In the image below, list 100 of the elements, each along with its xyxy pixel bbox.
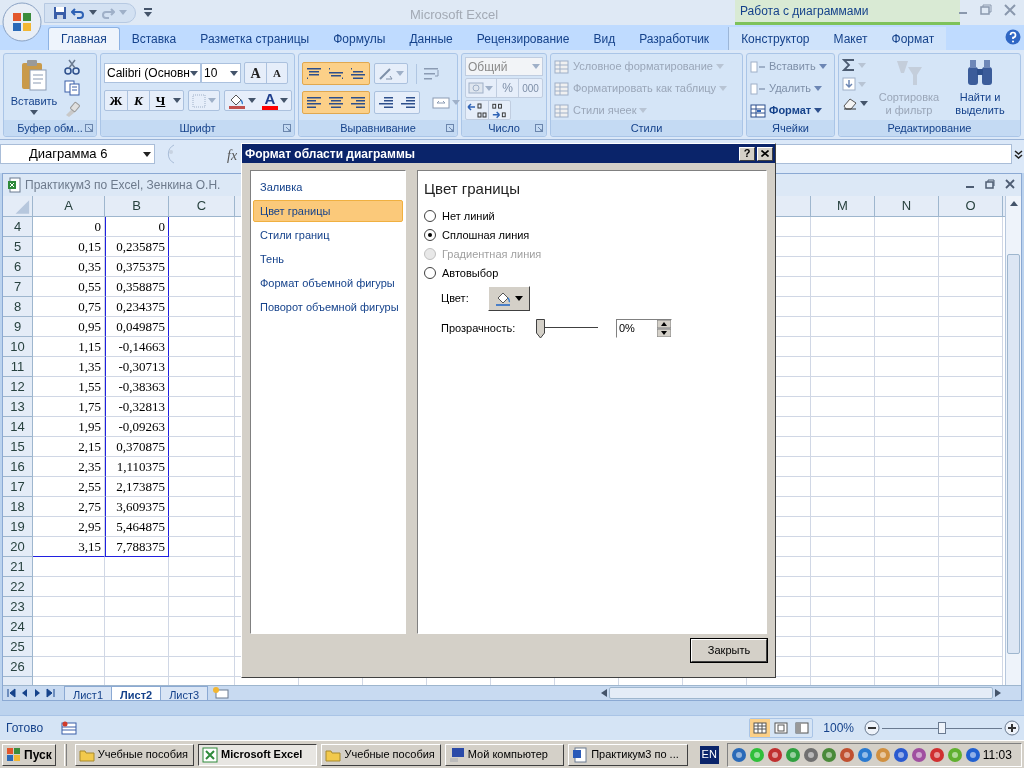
- row-header[interactable]: 20: [3, 537, 33, 557]
- table-cell[interactable]: [875, 377, 939, 397]
- help-button[interactable]: ?: [739, 146, 755, 161]
- font-size-field[interactable]: 10: [201, 63, 241, 83]
- table-cell[interactable]: [939, 397, 1003, 417]
- row-header[interactable]: 16: [3, 457, 33, 477]
- underline-button[interactable]: Ч: [149, 91, 171, 110]
- category-item[interactable]: Стили границ: [253, 224, 403, 246]
- table-cell[interactable]: [169, 297, 235, 317]
- table-cell[interactable]: [169, 637, 235, 657]
- table-cell[interactable]: [811, 477, 875, 497]
- table-cell[interactable]: [105, 637, 169, 657]
- taskbar-button[interactable]: Учебные пособия: [74, 743, 195, 766]
- ribbon-tab[interactable]: Разметка страницы: [188, 27, 322, 50]
- table-cell[interactable]: [811, 517, 875, 537]
- radio-button[interactable]: [424, 210, 436, 222]
- tray-icon[interactable]: [802, 746, 819, 763]
- table-cell[interactable]: [811, 297, 875, 317]
- function-label[interactable]: fx: [227, 145, 238, 166]
- category-item[interactable]: Заливка: [253, 176, 403, 198]
- table-cell[interactable]: -0,14663: [105, 337, 169, 357]
- column-header[interactable]: O: [939, 196, 1003, 216]
- table-cell[interactable]: 0,55: [33, 277, 105, 297]
- tray-icon[interactable]: [838, 746, 855, 763]
- table-cell[interactable]: [939, 357, 1003, 377]
- radio-option[interactable]: Нет линий: [424, 206, 766, 226]
- tray-icon[interactable]: [910, 746, 927, 763]
- table-cell[interactable]: [875, 237, 939, 257]
- table-cell[interactable]: [811, 637, 875, 657]
- ribbon-tab[interactable]: Вид: [581, 27, 628, 50]
- table-cell[interactable]: 3,609375: [105, 497, 169, 517]
- table-cell[interactable]: [169, 437, 235, 457]
- sum-icon[interactable]: [842, 58, 856, 72]
- category-item[interactable]: Тень: [253, 248, 403, 270]
- table-cell[interactable]: [811, 397, 875, 417]
- column-header[interactable]: A: [33, 196, 105, 216]
- close-dialog-button[interactable]: Закрыть: [691, 639, 767, 662]
- table-cell[interactable]: [811, 617, 875, 637]
- find-button[interactable]: Найти и выделить: [946, 57, 1014, 120]
- tray-icon[interactable]: [928, 746, 945, 763]
- tray-icon[interactable]: [964, 746, 981, 763]
- tray-icon[interactable]: [730, 746, 747, 763]
- italic-button[interactable]: К: [127, 91, 149, 110]
- merge-cells-icon[interactable]: [432, 95, 450, 110]
- table-cell[interactable]: [939, 537, 1003, 557]
- row-header[interactable]: 6: [3, 257, 33, 277]
- table-cell[interactable]: [939, 617, 1003, 637]
- dialog-launcher-icon[interactable]: [446, 124, 454, 132]
- radio-button[interactable]: [424, 267, 436, 279]
- bold-button[interactable]: Ж: [105, 91, 127, 110]
- table-cell[interactable]: -0,30713: [105, 357, 169, 377]
- brush-icon[interactable]: [64, 101, 80, 117]
- table-cell[interactable]: [169, 217, 235, 237]
- table-cell[interactable]: [811, 597, 875, 617]
- row-header[interactable]: 24: [3, 617, 33, 637]
- table-cell[interactable]: 0,75: [33, 297, 105, 317]
- table-cell[interactable]: [875, 597, 939, 617]
- dialog-launcher-icon[interactable]: [283, 124, 291, 132]
- table-cell[interactable]: [811, 657, 875, 677]
- table-cell[interactable]: 2,35: [33, 457, 105, 477]
- table-cell[interactable]: [169, 597, 235, 617]
- currency-icon[interactable]: [468, 81, 484, 95]
- table-cell[interactable]: -0,09263: [105, 417, 169, 437]
- table-cell[interactable]: 0,234375: [105, 297, 169, 317]
- undo-icon[interactable]: [71, 5, 85, 20]
- table-cell[interactable]: [811, 257, 875, 277]
- row-header[interactable]: 14: [3, 417, 33, 437]
- row-header[interactable]: 12: [3, 377, 33, 397]
- customize-toolbar-icon[interactable]: [144, 7, 152, 18]
- table-cell[interactable]: 7,788375: [105, 537, 169, 557]
- table-cell[interactable]: 0: [105, 217, 169, 237]
- table-cell[interactable]: 1,95: [33, 417, 105, 437]
- table-cell[interactable]: [33, 557, 105, 577]
- scroll-right-icon[interactable]: [995, 689, 1001, 697]
- wrap-text-icon[interactable]: [423, 65, 441, 82]
- table-cell[interactable]: [169, 317, 235, 337]
- fill-down-icon[interactable]: [842, 77, 856, 91]
- table-cell[interactable]: [939, 557, 1003, 577]
- table-cell[interactable]: -0,32813: [105, 397, 169, 417]
- ribbon-tab[interactable]: Вставка: [119, 27, 189, 50]
- tray-icon[interactable]: [946, 746, 963, 763]
- table-cell[interactable]: [939, 237, 1003, 257]
- table-cell[interactable]: [169, 537, 235, 557]
- table-cell[interactable]: 2,55: [33, 477, 105, 497]
- name-box[interactable]: Диаграмма 6: [0, 144, 155, 164]
- table-cell[interactable]: 0,235875: [105, 237, 169, 257]
- table-cell[interactable]: [875, 617, 939, 637]
- row-header[interactable]: 23: [3, 597, 33, 617]
- table-cell[interactable]: [169, 657, 235, 677]
- table-cell[interactable]: [811, 577, 875, 597]
- table-cell[interactable]: 0,375375: [105, 257, 169, 277]
- column-header[interactable]: C: [169, 196, 235, 216]
- table-cell[interactable]: [939, 297, 1003, 317]
- dialog-launcher-icon[interactable]: [85, 124, 93, 132]
- slider-thumb[interactable]: [536, 318, 545, 339]
- table-cell[interactable]: [939, 637, 1003, 657]
- row-header[interactable]: 7: [3, 277, 33, 297]
- taskbar-button[interactable]: Мой компьютер: [444, 743, 565, 766]
- row-header[interactable]: 11: [3, 357, 33, 377]
- eraser-icon[interactable]: [842, 96, 858, 110]
